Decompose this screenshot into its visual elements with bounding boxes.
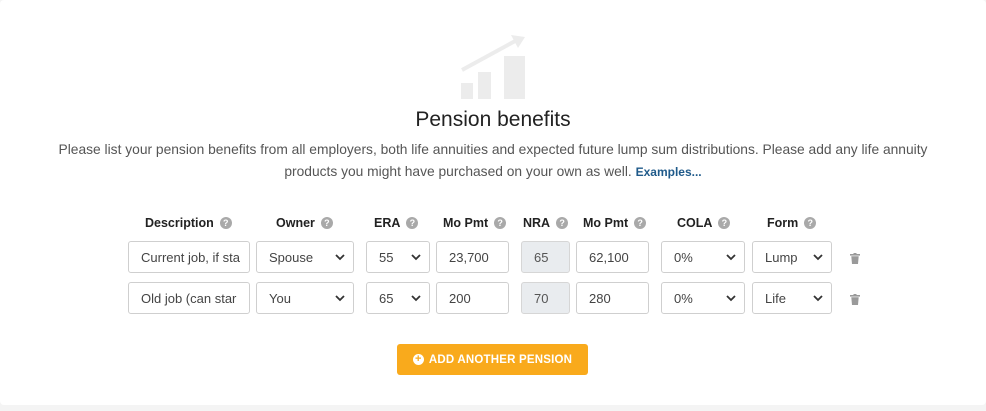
chart-growth-icon [461, 35, 525, 99]
owner-select-value: Spouse [269, 249, 314, 265]
help-icon[interactable]: ? [634, 217, 647, 229]
plus-circle-icon: + [412, 354, 424, 365]
help-icon[interactable]: ? [219, 217, 232, 229]
era-select-value: 55 [379, 249, 394, 265]
help-icon[interactable]: ? [320, 217, 333, 229]
chevron-down-icon [813, 295, 823, 302]
form-select-value: Life [765, 290, 786, 306]
nra-field: 70 [521, 282, 570, 314]
header-description-label: Description [145, 216, 214, 230]
header-form: Form ? [767, 216, 817, 230]
cola-select[interactable]: 0% [661, 282, 745, 314]
header-mo-pmt-era: Mo Pmt ? [443, 216, 507, 230]
header-mo-pmt-nra: Mo Pmt ? [583, 216, 647, 230]
chevron-down-icon [411, 254, 421, 261]
cola-select[interactable]: 0% [661, 241, 745, 273]
mo-pmt-nra-input[interactable]: 280 [576, 282, 649, 314]
era-select[interactable]: 55 [366, 241, 430, 273]
header-cola-label: COLA [677, 216, 713, 230]
owner-select-value: You [269, 290, 291, 306]
help-icon[interactable]: ? [556, 217, 569, 229]
add-another-pension-button[interactable]: + ADD ANOTHER PENSION [397, 344, 588, 375]
page-description: Please list your pension benefits from a… [40, 139, 946, 183]
trash-icon[interactable] [850, 253, 860, 264]
help-icon[interactable]: ? [494, 217, 507, 229]
trash-icon[interactable] [850, 294, 860, 305]
owner-select[interactable]: Spouse [256, 241, 354, 273]
chevron-down-icon [726, 295, 736, 302]
nra-field: 65 [521, 241, 570, 273]
header-era: ERA ? [374, 216, 419, 230]
chevron-down-icon [411, 295, 421, 302]
description-input[interactable]: Current job, if sta [128, 241, 250, 273]
mo-pmt-era-input[interactable]: 23,700 [436, 241, 509, 273]
header-form-label: Form [767, 216, 799, 230]
help-icon[interactable]: ? [804, 217, 817, 229]
header-nra-label: NRA [523, 216, 551, 230]
help-icon[interactable]: ? [718, 217, 731, 229]
help-icon[interactable]: ? [406, 217, 419, 229]
examples-link[interactable]: Examples... [636, 165, 702, 179]
chevron-down-icon [335, 254, 345, 261]
header-description: Description ? [145, 216, 232, 230]
owner-select[interactable]: You [256, 282, 354, 314]
header-mo-pmt-era-label: Mo Pmt [443, 216, 489, 230]
era-select-value: 65 [379, 290, 394, 306]
chevron-down-icon [813, 254, 823, 261]
chevron-down-icon [335, 295, 345, 302]
cola-select-value: 0% [674, 249, 693, 265]
mo-pmt-era-input[interactable]: 200 [436, 282, 509, 314]
form-select-value: Lump [765, 249, 798, 265]
mo-pmt-nra-input[interactable]: 62,100 [576, 241, 649, 273]
header-era-label: ERA [374, 216, 401, 230]
pension-card: Pension benefits Please list your pensio… [0, 0, 986, 405]
header-nra: NRA ? [523, 216, 569, 230]
page-title: Pension benefits [415, 108, 571, 131]
add-another-pension-label: ADD ANOTHER PENSION [428, 353, 573, 366]
chevron-down-icon [726, 254, 736, 261]
header-mo-pmt-nra-label: Mo Pmt [583, 216, 629, 230]
form-select[interactable]: Lump [752, 241, 832, 273]
header-cola: COLA ? [677, 216, 731, 230]
description-text: Please list your pension benefits from a… [58, 142, 928, 179]
form-select[interactable]: Life [752, 282, 832, 314]
description-input[interactable]: Old job (can star [128, 282, 250, 314]
header-owner-label: Owner [276, 216, 315, 230]
header-owner: Owner ? [276, 216, 333, 230]
cola-select-value: 0% [674, 290, 693, 306]
era-select[interactable]: 65 [366, 282, 430, 314]
